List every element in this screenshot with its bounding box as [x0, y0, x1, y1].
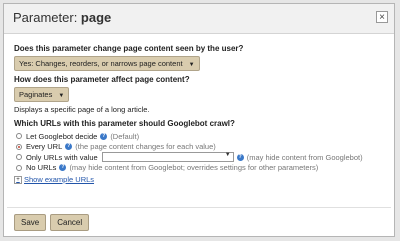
divider: [7, 207, 391, 208]
radio-label: Let Googlebot decide: [26, 131, 98, 141]
question-content-change: Does this parameter change page content …: [14, 44, 244, 53]
radio-button-selected[interactable]: [16, 143, 22, 150]
help-icon[interactable]: ?: [59, 164, 67, 172]
radio-button[interactable]: [16, 164, 22, 171]
help-icon[interactable]: ?: [100, 132, 108, 140]
save-button[interactable]: Save: [14, 214, 47, 231]
help-icon[interactable]: ?: [236, 153, 244, 161]
dialog-buttons: Save Cancel: [14, 214, 90, 231]
radio-every-url[interactable]: Every URL ? (the page content changes fo…: [16, 142, 384, 153]
question-crawl: Which URLs with this parameter should Go…: [14, 119, 235, 128]
radio-button[interactable]: [16, 133, 22, 140]
affect-description: Displays a specific page of a long artic…: [14, 105, 150, 114]
chevron-down-icon: ▼: [58, 93, 65, 99]
show-example-urls-link[interactable]: + Show example URLs: [14, 175, 384, 184]
question-affect: How does this parameter affect page cont…: [14, 75, 190, 84]
value-select[interactable]: ▼: [101, 152, 234, 163]
show-example-urls-label: Show example URLs: [24, 175, 95, 184]
cancel-button[interactable]: Cancel: [50, 214, 90, 231]
dialog-titlebar: Parameter: page ×: [4, 4, 394, 34]
help-icon[interactable]: ?: [65, 143, 73, 151]
affect-selected: Paginates: [19, 90, 53, 99]
radio-note: (Default): [110, 131, 140, 141]
radio-no-urls[interactable]: No URLs ? (may hide content from Googleb…: [16, 163, 384, 174]
parameter-dialog: Parameter: page × Does this parameter ch…: [3, 3, 395, 237]
radio-button[interactable]: [16, 154, 22, 161]
radio-note: (may hide content from Googlebot; overri…: [69, 163, 319, 173]
radio-label: Every URL: [26, 142, 63, 152]
dialog-title-prefix: Parameter:: [13, 10, 81, 25]
crawl-options: Let Googlebot decide ? (Default) Every U…: [14, 131, 384, 173]
radio-only-urls-with-value[interactable]: Only URLs with value ▼ ? (may hide conte…: [16, 152, 384, 163]
dialog-title: Parameter: page: [13, 10, 111, 25]
affect-dropdown[interactable]: Paginates ▼: [14, 87, 70, 102]
chevron-down-icon: ▼: [188, 62, 195, 68]
close-icon[interactable]: ×: [376, 11, 388, 23]
radio-note: (may hide content from Googlebot): [246, 152, 363, 162]
content-change-dropdown[interactable]: Yes: Changes, reorders, or narrows page …: [14, 56, 200, 71]
dialog-body: Does this parameter change page content …: [4, 34, 394, 184]
expand-icon: +: [14, 175, 22, 184]
radio-let-googlebot-decide[interactable]: Let Googlebot decide ? (Default): [16, 131, 384, 142]
radio-label: No URLs: [26, 163, 57, 173]
dialog-title-param: page: [80, 10, 112, 25]
chevron-down-icon: ▼: [224, 152, 231, 159]
content-change-selected: Yes: Changes, reorders, or narrows page …: [19, 59, 183, 68]
radio-label: Only URLs with value: [26, 152, 98, 162]
radio-note: (the page content changes for each value…: [75, 142, 216, 152]
